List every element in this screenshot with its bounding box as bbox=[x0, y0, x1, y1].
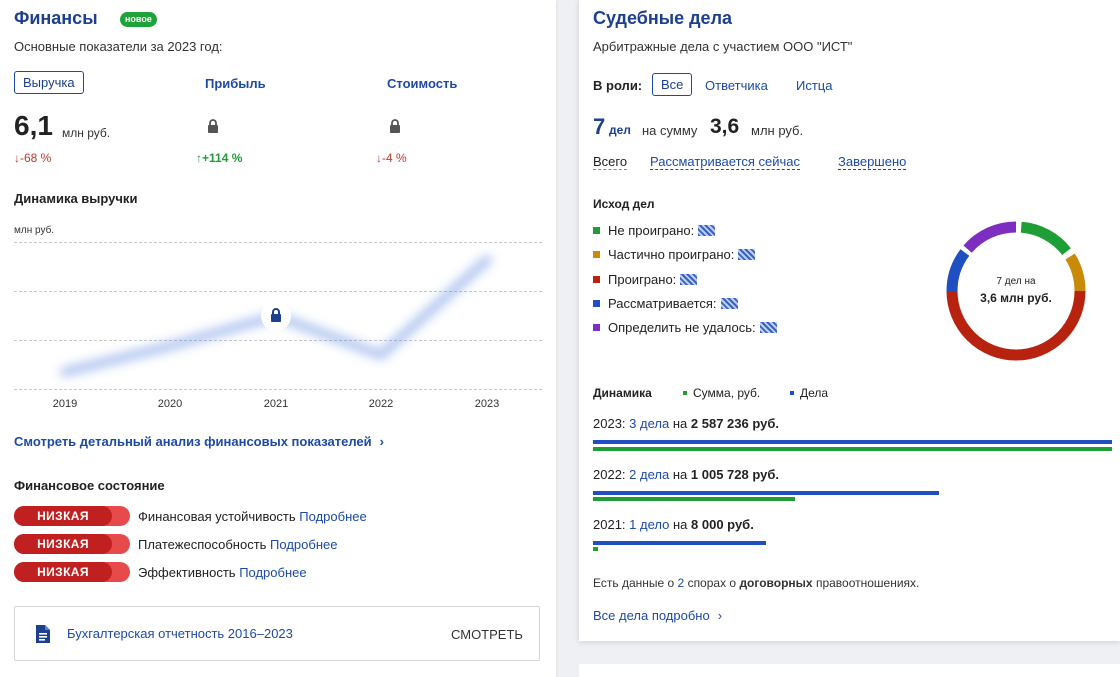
sum-bar bbox=[593, 497, 795, 501]
cases-link[interactable]: 2 дела bbox=[629, 467, 669, 482]
dynamics-row: 2022: 2 дела на 1 005 728 руб. bbox=[593, 467, 779, 482]
sum-value: 3,6 bbox=[710, 115, 740, 138]
x-tick-label: 2020 bbox=[157, 398, 183, 410]
status-badge: НИЗКАЯ bbox=[14, 506, 130, 526]
value-change: ↓-4 % bbox=[376, 151, 407, 165]
all-cases-link[interactable]: Все дела подробно › bbox=[593, 608, 722, 623]
reports-box[interactable]: Бухгалтерская отчетность 2016–2023 СМОТР… bbox=[14, 606, 540, 661]
x-tick-label: 2019 bbox=[52, 398, 78, 410]
finance-card: Финансы новое Основные показатели за 202… bbox=[0, 0, 556, 677]
donut-caption-2: 3,6 млн руб. bbox=[980, 291, 1052, 305]
dynamics-row: 2021: 1 дело на 8 000 руб. bbox=[593, 517, 754, 532]
role-all[interactable]: Все bbox=[652, 73, 693, 96]
cases-link[interactable]: 3 дела bbox=[629, 416, 669, 431]
revenue-change: ↓-68 % bbox=[14, 151, 52, 165]
state-row: Эффективность Подробнее bbox=[138, 565, 307, 580]
tab-revenue[interactable]: Выручка bbox=[14, 71, 84, 94]
x-tick-label: 2023 bbox=[474, 398, 500, 410]
revenue-chart bbox=[60, 255, 492, 377]
finance-title: Финансы bbox=[14, 8, 98, 28]
profit-change: ↑+114 % bbox=[196, 151, 243, 165]
cases-word: дел bbox=[609, 123, 631, 137]
outcome-item: Частично проиграно: bbox=[593, 247, 756, 262]
revenue-unit: млн руб. bbox=[62, 126, 111, 140]
view-button[interactable]: СМОТРЕТЬ bbox=[451, 627, 523, 642]
document-icon bbox=[36, 625, 50, 643]
more-link[interactable]: Подробнее bbox=[239, 565, 306, 580]
cases-count: 7 bbox=[593, 114, 606, 139]
roles-label: В роли: bbox=[593, 78, 643, 93]
filter-all[interactable]: Всего bbox=[593, 154, 628, 170]
lock-icon bbox=[208, 119, 218, 133]
cases-link[interactable]: 1 дело bbox=[629, 517, 669, 532]
finance-subtitle: Основные показатели за 2023 год: bbox=[14, 39, 223, 54]
donut-caption-1: 7 дел на bbox=[996, 276, 1036, 287]
dynamics-row: 2023: 3 дела на 2 587 236 руб. bbox=[593, 416, 779, 431]
more-link[interactable]: Подробнее bbox=[299, 509, 366, 524]
sum-unit: млн руб. bbox=[751, 123, 804, 138]
next-card bbox=[579, 664, 1120, 677]
legend-sum: Сумма, руб. bbox=[683, 386, 760, 400]
role-defendant[interactable]: Ответчика bbox=[705, 78, 768, 93]
more-link[interactable]: Подробнее bbox=[270, 537, 337, 552]
outcome-item: Не проиграно: bbox=[593, 223, 716, 238]
dynamics-title: Динамика bbox=[593, 386, 652, 400]
reports-label[interactable]: Бухгалтерская отчетность 2016–2023 bbox=[67, 626, 293, 641]
detail-analysis-link[interactable]: Смотреть детальный анализ финансовых пок… bbox=[14, 434, 384, 449]
disputes-note: Есть данные о 2 спорах о договорных прав… bbox=[593, 576, 920, 590]
x-tick-label: 2021 bbox=[263, 398, 289, 410]
outcome-item: Рассматривается: bbox=[593, 296, 738, 311]
sum-bar bbox=[593, 447, 1112, 451]
cases-bar bbox=[593, 440, 1112, 444]
outcome-item: Проиграно: bbox=[593, 272, 698, 287]
outcome-item: Определить не удалось: bbox=[593, 320, 777, 335]
state-row: Финансовая устойчивость Подробнее bbox=[138, 509, 367, 524]
filter-active[interactable]: Рассматривается сейчас bbox=[650, 154, 801, 170]
cases-bar bbox=[593, 491, 939, 495]
financial-state-title: Финансовое состояние bbox=[14, 478, 165, 493]
sum-prefix: на сумму bbox=[642, 123, 698, 138]
tab-profit[interactable]: Прибыль bbox=[205, 76, 266, 91]
role-plaintiff[interactable]: Истца bbox=[796, 78, 832, 93]
revenue-value: 6,1 bbox=[14, 110, 53, 141]
status-badge: НИЗКАЯ bbox=[14, 534, 130, 554]
legend-cases: Дела bbox=[790, 386, 828, 400]
tab-value[interactable]: Стоимость bbox=[387, 76, 457, 91]
outcome-title: Исход дел bbox=[593, 197, 655, 211]
chart-title: Динамика выручки bbox=[14, 191, 138, 206]
status-badge: НИЗКАЯ bbox=[14, 562, 130, 582]
lock-icon bbox=[390, 119, 400, 133]
filter-finished[interactable]: Завершено bbox=[838, 154, 907, 170]
court-subtitle: Арбитражные дела с участием ООО "ИСТ" bbox=[593, 39, 853, 54]
sum-bar bbox=[593, 547, 598, 551]
court-title: Судебные дела bbox=[593, 8, 733, 28]
state-row: Платежеспособность Подробнее bbox=[138, 537, 338, 552]
x-tick-label: 2022 bbox=[368, 398, 394, 410]
new-badge: новое bbox=[120, 12, 157, 27]
court-card: Судебные дела Арбитражные дела с участие… bbox=[579, 0, 1120, 641]
cases-bar bbox=[593, 541, 766, 545]
